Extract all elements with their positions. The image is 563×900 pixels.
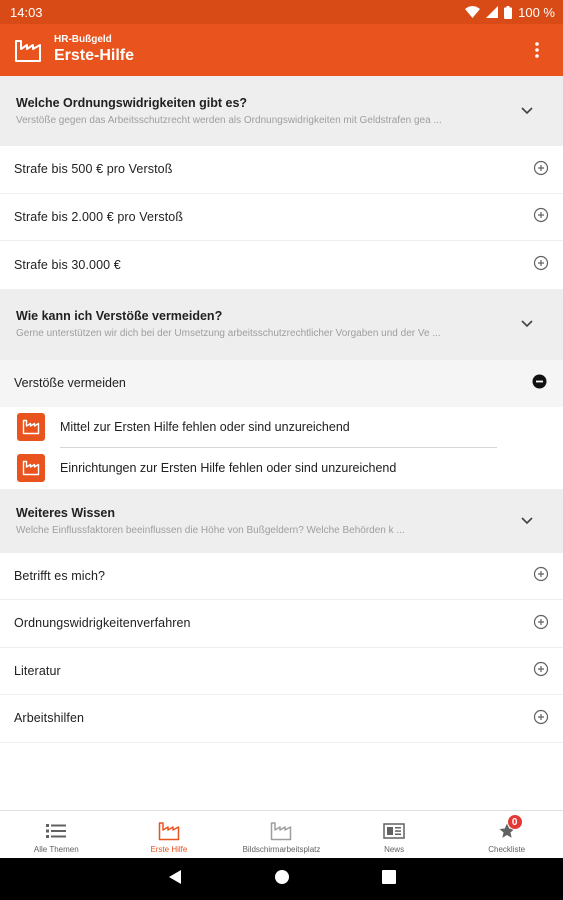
add-circle-icon[interactable]	[533, 566, 549, 585]
factory-icon	[17, 454, 45, 482]
factory-logo-icon	[14, 37, 42, 63]
list-item-label: Strafe bis 500 € pro Verstoß	[14, 162, 173, 177]
section-description: Gerne unterstützen wir dich bei der Umse…	[16, 328, 441, 339]
section-description: Welche Einflussfaktoren beeinflussen die…	[16, 524, 405, 536]
nav-label: Bildschirmarbeitsplatz	[242, 845, 321, 854]
page-title: Erste-Hilfe	[54, 47, 135, 64]
factory-icon	[17, 413, 45, 441]
battery-icon	[504, 5, 513, 19]
factory-icon	[158, 820, 180, 842]
list-icon	[46, 820, 67, 842]
section-title: Weiteres Wissen	[16, 505, 116, 520]
chevron-down-icon[interactable]	[515, 509, 539, 533]
list-item-label: Strafe bis 2.000 € pro Verstoß	[14, 209, 184, 224]
list-item-literatur[interactable]: Literatur	[0, 647, 563, 695]
status-time: 14:03	[10, 4, 43, 20]
add-circle-icon[interactable]	[533, 160, 549, 179]
bottom-navigation: Alle Themen Erste Hilfe Bildschirmarbeit…	[0, 810, 563, 858]
list-item-arbeitshilfen[interactable]: Arbeitshilfen	[0, 695, 563, 743]
chevron-down-icon[interactable]	[515, 312, 539, 336]
wifi-icon	[465, 6, 481, 18]
system-navigation-bar	[0, 858, 563, 900]
sub-item-einrichtungen-erste-hilfe[interactable]: Einrichtungen zur Ersten Hilfe fehlen od…	[0, 447, 563, 489]
nav-item-bildschirmarbeitsplatz[interactable]: Bildschirmarbeitsplatz	[225, 811, 338, 858]
list-item-label: Strafe bis 30.000 €	[14, 257, 121, 272]
section-description: Verstöße gegen das Arbeitsschutzrecht we…	[16, 115, 442, 126]
recents-icon[interactable]	[381, 869, 396, 889]
list-item-label: Ordnungswidrigkeitenverfahren	[14, 616, 191, 631]
add-circle-icon[interactable]	[533, 207, 549, 226]
app-subtitle: HR-Bußgeld	[54, 34, 112, 45]
sub-item-mittel-erste-hilfe[interactable]: Mittel zur Ersten Hilfe fehlen oder sind…	[0, 406, 563, 448]
factory-icon	[270, 820, 292, 842]
badge-count: 0	[506, 814, 523, 830]
section-title: Welche Ordnungswidrigkeiten gibt es?	[16, 96, 248, 110]
nav-item-erste-hilfe[interactable]: Erste Hilfe	[113, 811, 226, 858]
list-item-label: Verstöße vermeiden	[14, 376, 126, 390]
status-bar: 14:03 100 %	[0, 0, 563, 24]
more-vert-icon[interactable]	[527, 36, 547, 64]
section-header-weiteres-wissen[interactable]: Weiteres Wissen Welche Einflussfaktoren …	[0, 488, 563, 553]
section-title: Wie kann ich Verstöße vermeiden?	[16, 309, 223, 323]
list-item-label: Betrifft es mich?	[14, 568, 106, 583]
newspaper-icon	[383, 820, 405, 842]
sub-item-label: Einrichtungen zur Ersten Hilfe fehlen od…	[60, 461, 397, 475]
back-icon[interactable]	[168, 869, 182, 890]
nav-item-checkliste[interactable]: 0 Checkliste	[450, 811, 563, 858]
star-icon: 0	[498, 814, 523, 842]
list-item-verstoesse-vermeiden[interactable]: Verstöße vermeiden	[0, 359, 563, 407]
sub-item-label: Mittel zur Ersten Hilfe fehlen oder sind…	[60, 420, 350, 434]
nav-label: Alle Themen	[33, 845, 79, 854]
nav-item-alle-themen[interactable]: Alle Themen	[0, 811, 113, 858]
nav-label: Erste Hilfe	[150, 845, 188, 854]
status-icons: 100 %	[465, 5, 555, 20]
nav-label: Checkliste	[488, 845, 526, 854]
chevron-down-icon[interactable]	[515, 99, 539, 123]
add-circle-icon[interactable]	[533, 661, 549, 680]
list-item-label: Arbeitshilfen	[14, 711, 85, 726]
list-item-ordnungswidrigkeitenverfahren[interactable]: Ordnungswidrigkeitenverfahren	[0, 600, 563, 648]
section-header-ordnungswidrigkeiten[interactable]: Welche Ordnungswidrigkeiten gibt es? Ver…	[0, 76, 563, 146]
list-item-label: Literatur	[14, 663, 61, 678]
nav-label: News	[384, 845, 405, 854]
add-circle-icon[interactable]	[533, 614, 549, 633]
battery-level: 100 %	[518, 4, 555, 20]
add-circle-icon[interactable]	[533, 255, 549, 274]
section-header-verstoesse-vermeiden[interactable]: Wie kann ich Verstöße vermeiden? Gerne u…	[0, 288, 563, 360]
list-item-strafe-500[interactable]: Strafe bis 500 € pro Verstoß	[0, 146, 563, 194]
home-icon[interactable]	[274, 869, 290, 890]
app-bar: HR-Bußgeld Erste-Hilfe	[0, 24, 563, 76]
list-item-strafe-30000[interactable]: Strafe bis 30.000 €	[0, 241, 563, 289]
cell-signal-icon	[486, 6, 499, 18]
remove-circle-icon[interactable]	[532, 374, 547, 392]
add-circle-icon[interactable]	[533, 709, 549, 728]
nav-item-news[interactable]: News	[338, 811, 451, 858]
list-item-strafe-2000[interactable]: Strafe bis 2.000 € pro Verstoß	[0, 193, 563, 241]
content-list: Welche Ordnungswidrigkeiten gibt es? Ver…	[0, 76, 563, 810]
list-item-betrifft-es-mich[interactable]: Betrifft es mich?	[0, 552, 563, 600]
